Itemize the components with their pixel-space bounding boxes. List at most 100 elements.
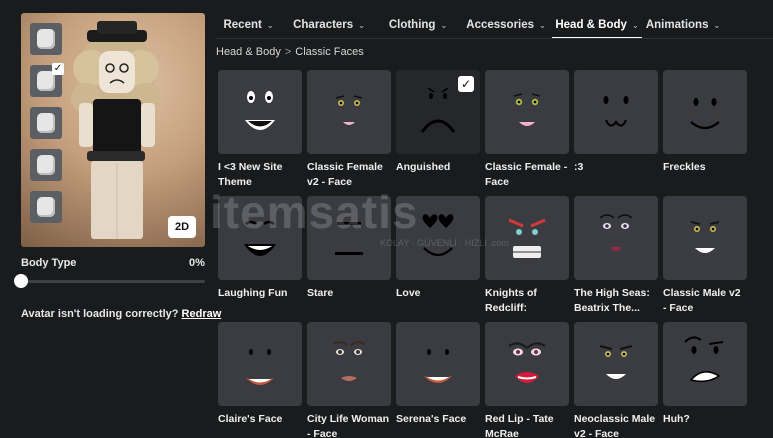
breadcrumb-separator: >	[284, 46, 292, 58]
face-item[interactable]: ✓ Anguished	[396, 70, 480, 190]
avatar-help-text: Avatar isn't loading correctly?	[21, 308, 179, 320]
face-thumbnail[interactable]	[218, 196, 302, 280]
face-thumbnail[interactable]	[307, 322, 391, 406]
redraw-link[interactable]: Redraw	[182, 308, 222, 320]
face-item-name: Huh?	[663, 413, 690, 425]
face-thumbnail[interactable]	[574, 322, 658, 406]
face-thumbnail[interactable]	[574, 196, 658, 280]
tab-characters[interactable]: Characters ⌄	[282, 11, 376, 39]
face-thumbnail[interactable]	[574, 70, 658, 154]
face-image	[690, 221, 720, 253]
face-thumbnail[interactable]	[396, 322, 480, 406]
watermark-subtext: KOLAY · GÜVENLİ · HIZLI .com	[380, 238, 509, 248]
body-type-slider-thumb[interactable]	[14, 274, 28, 288]
face-item-name: City Life Woman - Face	[307, 413, 390, 438]
head-icon	[37, 29, 55, 49]
breadcrumb-current: Classic Faces	[295, 46, 364, 58]
face-item-name: Freckles	[663, 161, 706, 173]
face-image	[684, 336, 724, 383]
face-item-name: Classic Female v2 - Face	[307, 161, 383, 188]
body-type-slider-track[interactable]	[21, 280, 205, 283]
breadcrumb: Head & Body > Classic Faces	[216, 46, 364, 58]
face-item[interactable]: Claire's Face	[218, 322, 302, 438]
body-part-thumbnail[interactable]	[30, 107, 62, 139]
body-part-thumbnail[interactable]	[30, 191, 62, 223]
face-item-name: Anguished	[396, 161, 451, 173]
body-type-value: 0%	[189, 257, 205, 269]
face-thumbnail[interactable]	[485, 322, 569, 406]
face-item[interactable]: Knights of Redcliff: Paladi...	[485, 196, 569, 316]
face-thumbnail[interactable]	[307, 196, 391, 280]
face-item[interactable]: Classic Male v2 - Face	[663, 196, 747, 316]
face-item-name: Classic Female - Face	[485, 161, 568, 188]
face-item[interactable]: Huh?	[663, 322, 747, 438]
face-item[interactable]: Freckles	[663, 70, 747, 190]
chevron-down-icon: ⌄	[713, 20, 721, 30]
face-image	[508, 342, 546, 383]
check-icon: ✓	[458, 76, 474, 92]
face-thumbnail[interactable]	[663, 322, 747, 406]
face-thumbnail[interactable]	[218, 70, 302, 154]
tab-clothing[interactable]: Clothing ⌄	[376, 11, 460, 39]
face-item[interactable]: Serena's Face	[396, 322, 480, 438]
face-item[interactable]: Stare	[307, 196, 391, 316]
body-part-thumbnails: ✓	[30, 23, 64, 233]
face-thumbnail[interactable]	[485, 70, 569, 154]
face-item-name: Neoclassic Male v2 - Face	[574, 413, 656, 438]
face-thumbnail[interactable]	[663, 196, 747, 280]
face-item-name: Stare	[307, 287, 334, 299]
face-image	[335, 95, 363, 125]
tab-label: Characters	[293, 19, 354, 31]
face-item[interactable]: Neoclassic Male v2 - Face	[574, 322, 658, 438]
face-thumbnail[interactable]	[307, 70, 391, 154]
chevron-down-icon: ⌄	[358, 20, 365, 30]
chevron-down-icon: ⌄	[631, 20, 639, 30]
face-item-name: Serena's Face	[396, 413, 467, 425]
chevron-down-icon: ⌄	[266, 20, 274, 30]
face-image	[690, 98, 720, 130]
face-image	[335, 222, 363, 255]
face-item[interactable]: Classic Female v2 - Face	[307, 70, 391, 190]
breadcrumb-parent[interactable]: Head & Body	[216, 46, 281, 58]
body-part-thumbnail[interactable]	[30, 149, 62, 181]
face-item[interactable]: The High Seas: Beatrix The...	[574, 196, 658, 316]
face-item[interactable]: City Life Woman - Face	[307, 322, 391, 438]
face-image	[513, 93, 541, 126]
tab-label: Clothing	[388, 19, 436, 31]
face-item[interactable]: Love	[396, 196, 480, 316]
face-image	[245, 91, 275, 130]
avatar-help: Avatar isn't loading correctly? Redraw	[21, 308, 221, 320]
tab-animations[interactable]: Animations ⌄	[642, 11, 724, 39]
view-2d-button[interactable]: 2D	[168, 216, 196, 238]
face-image	[599, 345, 633, 379]
tab-head-body[interactable]: Head & Body ⌄	[552, 11, 642, 39]
face-item[interactable]: Laughing Fun	[218, 196, 302, 316]
face-item-name: I <3 New Site Theme	[218, 161, 283, 188]
head-icon	[37, 155, 55, 175]
face-item[interactable]: Red Lip - Tate McRae	[485, 322, 569, 438]
face-item-name: Love	[396, 287, 421, 299]
face-item[interactable]: Classic Female - Face	[485, 70, 569, 190]
face-item[interactable]: :3	[574, 70, 658, 190]
tab-recent[interactable]: Recent ⌄	[215, 11, 282, 39]
avatar-preview[interactable]: ✓ 2D	[21, 13, 205, 247]
face-image	[424, 349, 452, 383]
category-tabs: Recent ⌄ Characters ⌄ Clothing ⌄ Accessories ⌄ H…	[215, 11, 724, 39]
tab-label: Recent	[223, 19, 262, 31]
face-item-name: Knights of Redcliff: Paladi...	[485, 287, 537, 314]
tab-accessories[interactable]: Accessories ⌄	[460, 11, 552, 39]
face-image	[332, 341, 366, 381]
check-icon: ✓	[52, 63, 64, 75]
face-thumbnail[interactable]	[663, 70, 747, 154]
body-part-thumbnail[interactable]: ✓	[30, 63, 64, 97]
face-thumbnail[interactable]: ✓	[396, 70, 480, 154]
face-item[interactable]: I <3 New Site Theme	[218, 70, 302, 190]
face-item-name: :3	[574, 161, 584, 173]
face-item-name: The High Seas: Beatrix The...	[574, 287, 650, 314]
face-thumbnail[interactable]	[218, 322, 302, 406]
tab-label: Accessories	[466, 19, 535, 31]
body-part-thumbnail[interactable]	[30, 23, 62, 55]
head-icon	[37, 113, 55, 133]
face-item-name: Red Lip - Tate McRae	[485, 413, 554, 438]
tab-label: Head & Body	[555, 19, 627, 31]
